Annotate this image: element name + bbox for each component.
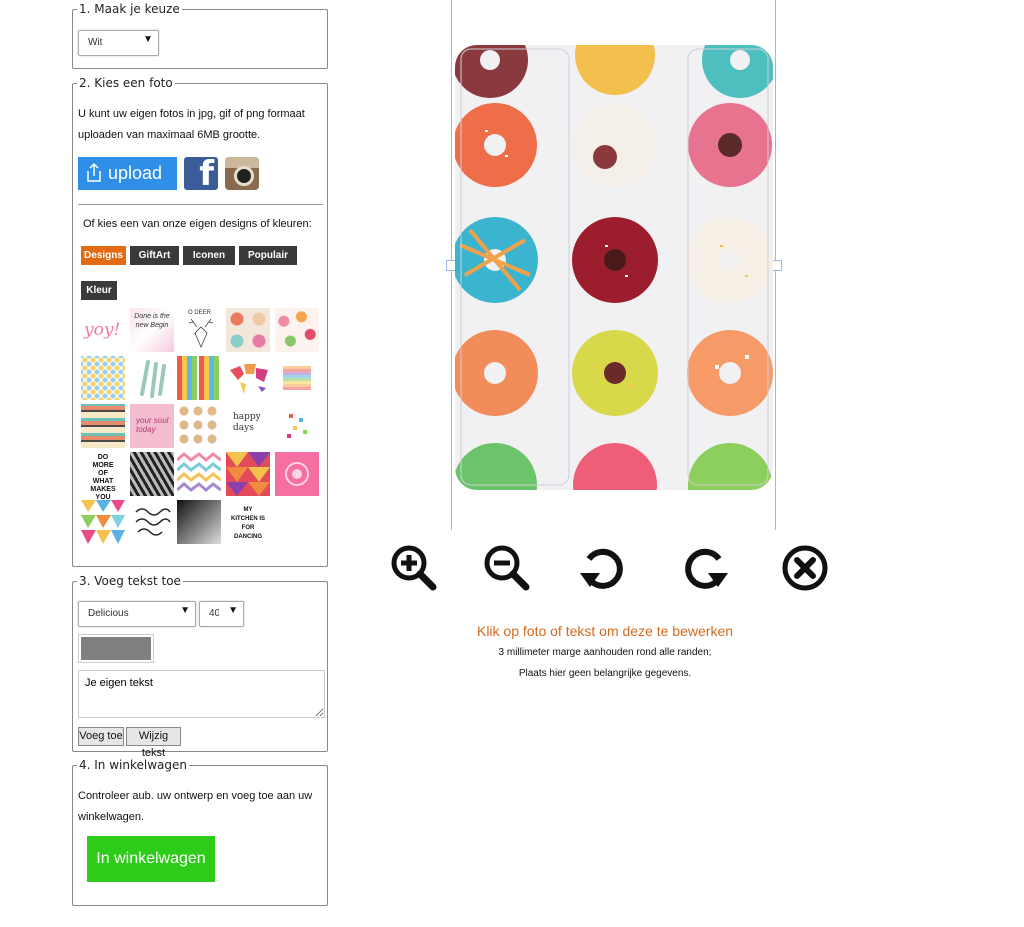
thumb-triangles-color[interactable] [226,452,270,496]
add-to-cart-button[interactable]: In winkelwagen [87,836,215,882]
step1-legend: 1. Maak je keuze [77,2,182,16]
tab-populair[interactable]: Populair [239,246,297,265]
thumb-flowers-pattern[interactable] [275,308,319,352]
upload-intro: U kunt uw eigen fotos in jpg, gif of png… [78,108,305,141]
remove-icon[interactable] [780,543,830,593]
font-select[interactable]: Delicious ▼ [78,601,196,627]
font-select-value: Delicious [88,608,129,619]
thumb-happy-days[interactable]: happy days [226,404,270,448]
step3-legend: 3. Voeg tekst toe [77,574,183,588]
upload-icon [87,162,101,182]
thumb-yoy-lettering[interactable]: yoy! [81,308,125,352]
size-select[interactable]: 40 ▼ [199,601,244,627]
instagram-icon[interactable] [225,157,259,190]
color-swatch[interactable] [78,634,154,663]
thumb-donuts-pattern[interactable] [226,308,270,352]
thumb-pugs-pattern[interactable] [177,404,221,448]
step2-legend: 2. Kies een foto [77,76,175,90]
divider [78,204,323,205]
thumb-done-begin[interactable]: Done is the new Begin [130,308,174,352]
step4-legend: 4. In winkelwagen [77,758,189,772]
cart-instructions: Controleer aub. uw ontwerp en voeg toe a… [78,790,313,823]
edit-hint: Klik op foto of tekst om deze te bewerke… [476,623,734,639]
thumb-pink-ornament[interactable] [275,452,319,496]
thumb-popsicles[interactable] [177,356,221,400]
thumb-dots-pattern[interactable] [81,356,125,400]
margin-note: 3 millimeter marge aanhouden rond alle r… [498,647,712,658]
facebook-icon[interactable]: f [184,154,218,194]
upload-button[interactable]: upload [78,157,177,190]
color-select[interactable]: Wit ▼ [78,30,159,56]
tab-iconen[interactable]: Iconen [183,246,235,265]
custom-text-input[interactable]: Je eigen tekst [78,670,325,718]
rotate-left-icon[interactable] [578,543,628,593]
size-select-value: 40 [209,608,219,619]
chevron-down-icon: ▼ [180,605,190,616]
thumb-do-more-poster[interactable]: DO MORE OF WHAT MAKES YOU HAPPY. [81,452,125,509]
thumb-pink-quote[interactable]: your soul today [130,404,174,448]
add-text-button[interactable]: Voeg toe [78,727,124,746]
tab-kleur[interactable]: Kleur [81,281,117,300]
step2-panel: 2. Kies een foto U kunt uw eigen fotos i… [72,76,328,567]
rotate-right-icon[interactable] [680,543,730,593]
chevron-down-icon: ▼ [143,34,153,45]
choose-design-text: Of kies een van onze eigen designs of kl… [83,218,312,230]
color-select-value: Wit [88,37,103,48]
step1-panel: 1. Maak je keuze Wit ▼ [72,2,328,69]
thumb-aztec-pattern[interactable] [81,404,125,448]
thumb-color-triangles-2[interactable] [81,500,125,544]
thumb-feathers[interactable] [130,356,174,400]
zoom-in-icon[interactable] [389,543,439,593]
chevron-down-icon: ▼ [228,605,238,616]
donuts-photo[interactable] [455,45,773,490]
thumb-script-quote[interactable] [130,500,174,544]
thumb-confetti[interactable] [275,404,319,448]
thumb-rainbow-quote[interactable] [275,356,319,400]
thumb-world-map[interactable] [226,356,270,400]
tab-giftart[interactable]: GiftArt [130,246,179,265]
thumb-woman-bw[interactable] [177,500,221,544]
edit-text-button[interactable]: Wijzig tekst [126,727,181,759]
thumb-chevron-pastel[interactable] [176,452,222,496]
step4-panel: 4. In winkelwagen Controleer aub. uw ont… [72,758,328,906]
thumb-tiger-bw[interactable] [130,452,174,496]
thumb-deer-sketch[interactable]: O DEER [179,308,223,352]
margin-warning: Plaats hier geen belangrijke gegevens. [518,668,692,679]
thumb-kitchen-dancing[interactable]: MY KITCHEN IS FOR DANCING [226,500,270,544]
zoom-out-icon[interactable] [482,543,532,593]
tab-designs[interactable]: Designs [81,246,126,265]
step3-panel: 3. Voeg tekst toe Delicious ▼ 40 ▼ Je ei… [72,574,328,759]
